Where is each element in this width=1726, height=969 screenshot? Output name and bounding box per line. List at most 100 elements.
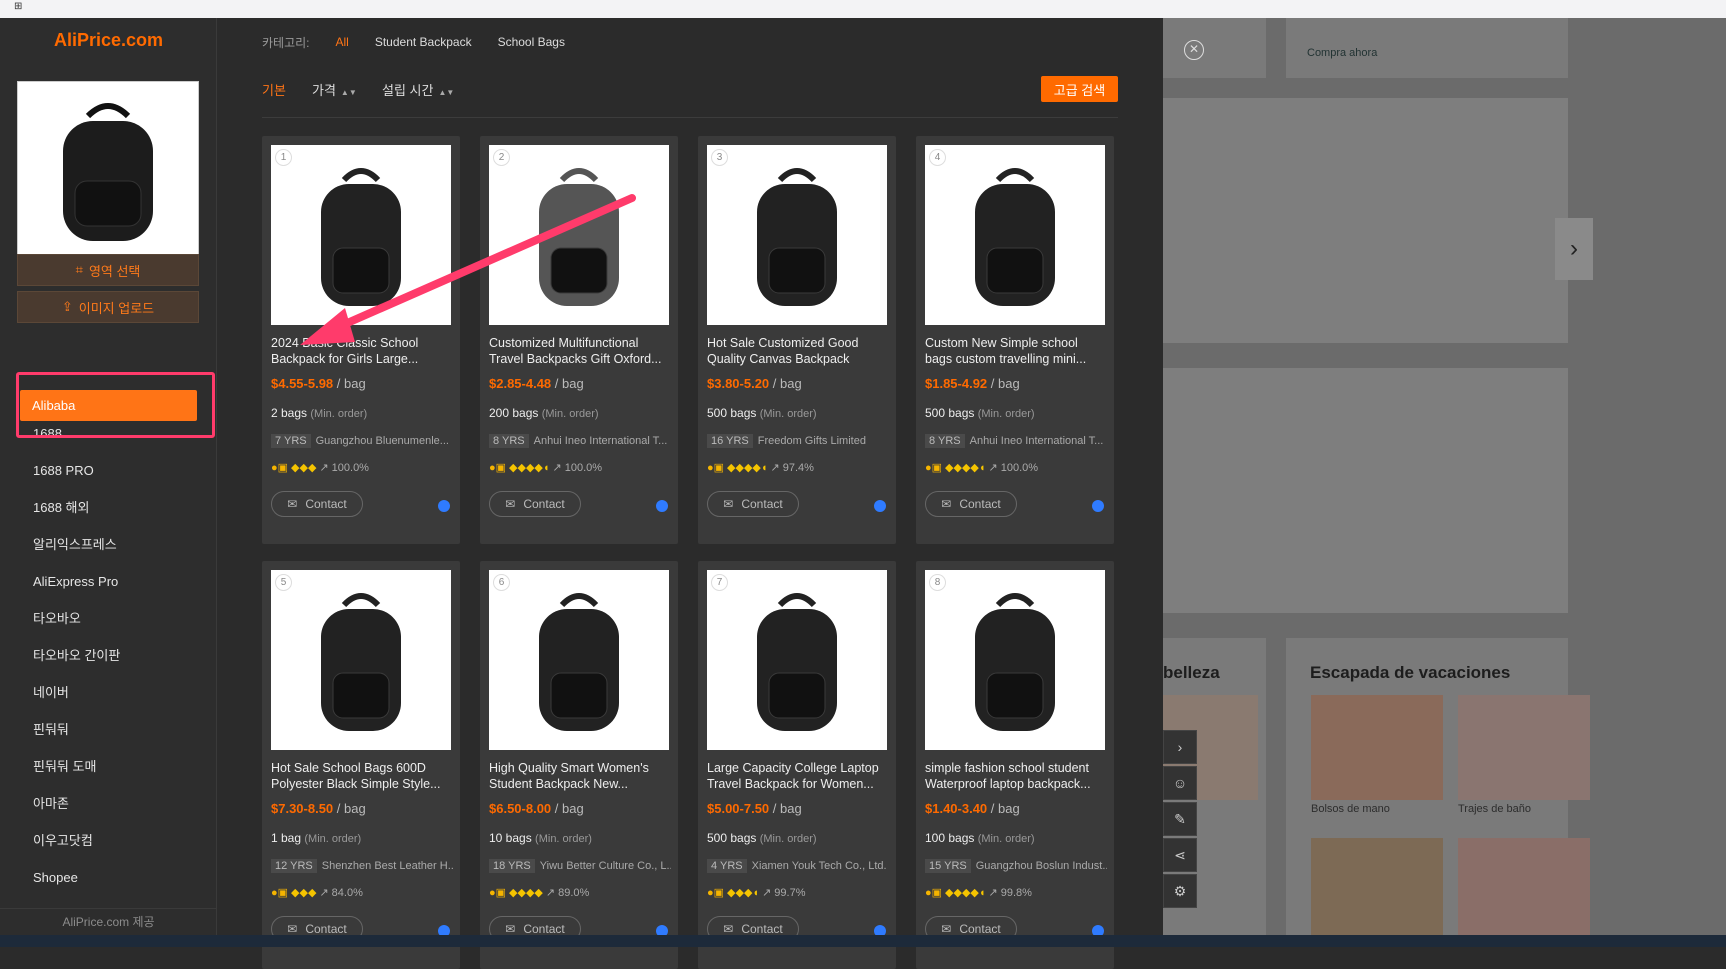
diamond-rating-icon: ◆◆◆◆◖ <box>509 462 550 474</box>
contact-button[interactable]: ✉ Contact <box>707 491 799 517</box>
product-title[interactable]: Custom New Simple school bags custom tra… <box>925 335 1107 367</box>
source-pinduoduo[interactable]: 핀둬둬 <box>0 711 217 748</box>
region-select-button[interactable]: ⌗ 영역 선택 <box>17 254 199 286</box>
product-price: $3.80-5.20 / bag <box>707 376 802 391</box>
product-title[interactable]: Hot Sale Customized Good Quality Canvas … <box>707 335 889 367</box>
product-title[interactable]: simple fashion school student Waterproof… <box>925 760 1107 792</box>
close-icon[interactable]: ✕ <box>1184 40 1204 60</box>
smile-icon[interactable]: ☺ <box>1163 766 1197 800</box>
backpack-image-icon <box>757 593 837 731</box>
chevron-right-icon[interactable]: › <box>1163 730 1197 764</box>
product-image[interactable]: 3 <box>707 145 887 325</box>
mail-icon: ✉ <box>505 922 516 936</box>
supplier[interactable]: 8 YRS Anhui Ineo International T... <box>489 434 671 448</box>
product-title[interactable]: Hot Sale School Bags 600D Polyester Blac… <box>271 760 453 792</box>
contact-button[interactable]: ✉ Contact <box>489 491 581 517</box>
product-image[interactable]: 4 <box>925 145 1105 325</box>
sort-price[interactable]: 가격 ▲▼ <box>312 80 357 99</box>
supplier[interactable]: 15 YRS Guangzhou Boslun Indust... <box>925 859 1107 873</box>
image-upload-button[interactable]: ⇪ 이미지 업로드 <box>17 291 199 323</box>
chat-icon[interactable] <box>656 500 668 512</box>
diamond-rating-icon: ◆◆◆◆ <box>509 887 543 899</box>
source-1688-pro[interactable]: 1688 PRO <box>0 452 217 489</box>
backpack-image-icon <box>757 168 837 306</box>
years-badge: 18 YRS <box>489 859 535 873</box>
contact-button[interactable]: ✉ Contact <box>925 491 1017 517</box>
supplier-badges: ●▣ ◆◆◆◆◖ ↗ 100.0% <box>489 461 603 475</box>
product-card[interactable]: 8 simple fashion school student Waterpro… <box>916 561 1114 969</box>
source-list: Alibaba 1688 1688 PRO 1688 해외 알리익스프레스 Al… <box>0 390 217 896</box>
product-card[interactable]: 6 High Quality Smart Women's Student Bac… <box>480 561 678 969</box>
years-badge: 7 YRS <box>271 434 311 448</box>
supplier-badges: ●▣ ◆◆◆ ↗ 84.0% <box>271 886 363 900</box>
supplier-badges: ●▣ ◆◆◆◆◖ ↗ 97.4% <box>707 461 814 475</box>
min-order: 200 bags (Min. order) <box>489 406 599 420</box>
product-image[interactable]: 1 <box>271 145 451 325</box>
supplier[interactable]: 7 YRS Guangzhou Bluenumenle... <box>271 434 453 448</box>
product-image[interactable]: 5 <box>271 570 451 750</box>
gear-icon[interactable]: ⚙ <box>1163 874 1197 908</box>
source-yiwugo[interactable]: 이우고닷컴 <box>0 822 217 859</box>
category-all[interactable]: All <box>336 35 349 49</box>
category-row: 카테고리: All Student Backpack School Bags <box>262 32 591 52</box>
source-taobao-lite[interactable]: 타오바오 간이판 <box>0 637 217 674</box>
query-image[interactable] <box>17 81 199 261</box>
supplier-badges: ●▣ ◆◆◆◆◖ ↗ 99.8% <box>925 886 1032 900</box>
chat-icon[interactable] <box>874 500 886 512</box>
category-label: 카테고리: <box>262 35 310 50</box>
product-card[interactable]: 7 Large Capacity College Laptop Travel B… <box>698 561 896 969</box>
source-pinduoduo-wholesale[interactable]: 핀둬둬 도매 <box>0 748 217 785</box>
background-page-overlay: ✕ Compra ahora › belleza Escapada de vac… <box>1163 18 1726 935</box>
supplier[interactable]: 8 YRS Anhui Ineo International T... <box>925 434 1107 448</box>
contact-button[interactable]: ✉ Contact <box>271 491 363 517</box>
source-1688-overseas[interactable]: 1688 해외 <box>0 489 217 526</box>
category-student-backpack[interactable]: Student Backpack <box>375 35 472 49</box>
product-image[interactable]: 6 <box>489 570 669 750</box>
product-card[interactable]: 2 Customized Multifunctional Travel Back… <box>480 136 678 544</box>
supplier[interactable]: 12 YRS Shenzhen Best Leather H... <box>271 859 453 873</box>
chat-icon[interactable] <box>1092 500 1104 512</box>
chat-icon[interactable] <box>438 500 450 512</box>
category-school-bags[interactable]: School Bags <box>498 35 565 49</box>
advanced-search-button[interactable]: 고급 검색 <box>1041 76 1118 102</box>
source-shopee[interactable]: Shopee <box>0 859 217 896</box>
bg-thumb <box>1311 838 1443 935</box>
product-title[interactable]: Large Capacity College Laptop Travel Bac… <box>707 760 889 792</box>
source-taobao[interactable]: 타오바오 <box>0 600 217 637</box>
window-glyph-icon: ⊞ <box>14 1 23 12</box>
verified-icon: ●▣ <box>707 887 725 899</box>
verified-icon: ●▣ <box>925 462 943 474</box>
share-icon[interactable]: ⋖ <box>1163 838 1197 872</box>
product-title[interactable]: Customized Multifunctional Travel Backpa… <box>489 335 671 367</box>
supplier[interactable]: 4 YRS Xiamen Youk Tech Co., Ltd. <box>707 859 889 873</box>
mail-icon: ✉ <box>287 922 298 936</box>
source-aliexpress[interactable]: 알리익스프레스 <box>0 526 217 563</box>
product-title[interactable]: 2024 Basic Classic School Backpack for G… <box>271 335 453 367</box>
chevron-right-icon[interactable]: › <box>1555 218 1593 280</box>
supplier[interactable]: 16 YRS Freedom Gifts Limited <box>707 434 889 448</box>
verified-icon: ●▣ <box>489 462 507 474</box>
sidebar-footer: AliPrice.com 제공 <box>0 908 217 935</box>
share-arrow-icon: ↗ <box>762 887 772 899</box>
product-price: $6.50-8.00 / bag <box>489 801 584 816</box>
verified-icon: ●▣ <box>707 462 725 474</box>
source-naver[interactable]: 네이버 <box>0 674 217 711</box>
source-aliexpress-pro[interactable]: AliExpress Pro <box>0 563 217 600</box>
product-card[interactable]: 3 Hot Sale Customized Good Quality Canva… <box>698 136 896 544</box>
product-image[interactable]: 8 <box>925 570 1105 750</box>
supplier-badges: ●▣ ◆◆◆ ↗ 100.0% <box>271 461 369 475</box>
product-image[interactable]: 7 <box>707 570 887 750</box>
source-amazon[interactable]: 아마존 <box>0 785 217 822</box>
sort-founded[interactable]: 설립 시간 ▲▼ <box>382 80 454 99</box>
supplier[interactable]: 18 YRS Yiwu Better Culture Co., L... <box>489 859 671 873</box>
product-card[interactable]: 1 2024 Basic Classic School Backpack for… <box>262 136 460 544</box>
product-card[interactable]: 4 Custom New Simple school bags custom t… <box>916 136 1114 544</box>
aliprice-logo: AliPrice.com <box>53 30 164 50</box>
product-title[interactable]: High Quality Smart Women's Student Backp… <box>489 760 671 792</box>
diamond-rating-icon: ◆◆◆◆◖ <box>945 887 986 899</box>
min-order: 500 bags (Min. order) <box>707 406 817 420</box>
product-image[interactable]: 2 <box>489 145 669 325</box>
edit-icon[interactable]: ✎ <box>1163 802 1197 836</box>
product-card[interactable]: 5 Hot Sale School Bags 600D Polyester Bl… <box>262 561 460 969</box>
sort-default[interactable]: 기본 <box>262 80 286 99</box>
